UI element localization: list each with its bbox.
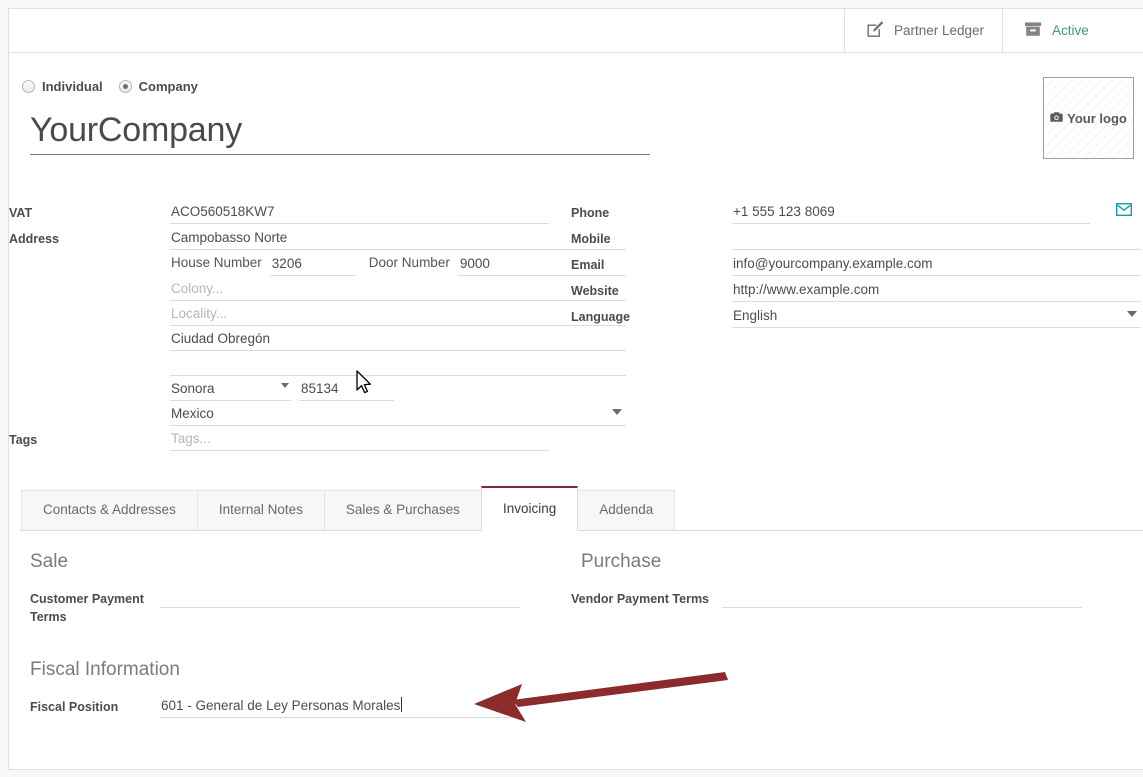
field-customer-payment-terms: Customer Payment Terms xyxy=(9,585,549,626)
company-name-input[interactable]: YourCompany xyxy=(30,108,650,152)
field-website: Website http://www.example.com xyxy=(571,277,1141,303)
archive-box-icon xyxy=(1023,19,1043,42)
form-sheet: Partner Ledger Active Individual xyxy=(8,8,1143,770)
field-vat-label: VAT xyxy=(9,199,170,222)
radio-company[interactable]: Company xyxy=(119,79,198,94)
address-state-value: Sonora xyxy=(171,381,215,396)
fiscal-position-input[interactable]: 601 - General de Ley Personas Morales xyxy=(160,693,520,718)
fiscal-position-value: 601 - General de Ley Personas Morales xyxy=(161,698,400,713)
address-country-value: Mexico xyxy=(171,406,214,421)
field-vendor-payment-terms: Vendor Payment Terms xyxy=(560,585,1140,611)
customer-payment-terms-label: Customer Payment Terms xyxy=(9,585,160,626)
address-state-select[interactable]: Sonora xyxy=(170,376,291,401)
language-value: English xyxy=(733,308,777,323)
field-address: Address Campobasso Norte House Number 32… xyxy=(9,225,549,426)
chevron-down-icon[interactable] xyxy=(612,409,622,415)
house-number-label: House Number xyxy=(170,250,270,276)
field-vat: VAT ACO560518KW7 xyxy=(9,199,549,225)
stat-button-label: Partner Ledger xyxy=(894,23,984,38)
invoicing-sale-group: Sale Customer Payment Terms Fiscal Infor… xyxy=(9,549,549,626)
sale-group-title: Sale xyxy=(30,549,549,575)
stat-button-label: Active xyxy=(1052,23,1089,38)
chevron-down-icon[interactable] xyxy=(281,383,289,388)
customer-payment-terms-select[interactable] xyxy=(160,585,520,608)
tab-internal-notes[interactable]: Internal Notes xyxy=(197,490,325,530)
field-mobile: Mobile xyxy=(571,225,1141,251)
tab-contacts-addresses[interactable]: Contacts & Addresses xyxy=(21,490,198,530)
tab-addenda[interactable]: Addenda xyxy=(577,490,675,530)
vat-input[interactable]: ACO560518KW7 xyxy=(170,199,549,224)
field-phone: Phone +1 555 123 8069 xyxy=(571,199,1141,225)
fiscal-information-title: Fiscal Information xyxy=(30,657,569,683)
field-fiscal-position: Fiscal Position 601 - General de Ley Per… xyxy=(9,693,569,719)
house-number-input[interactable]: 3206 xyxy=(270,251,356,276)
notebook-tabs: Contacts & Addresses Internal Notes Sale… xyxy=(21,487,1143,531)
purchase-group-title: Purchase xyxy=(581,549,1140,575)
form-left-column: VAT ACO560518KW7 Address Campobasso Nort… xyxy=(9,199,549,452)
address-street-input[interactable]: Campobasso Norte xyxy=(170,225,626,250)
app-root: Partner Ledger Active Individual xyxy=(0,0,1143,777)
form-right-column: Phone +1 555 123 8069 Mobile xyxy=(571,199,1141,329)
edit-square-icon xyxy=(865,19,885,42)
radio-individual[interactable]: Individual xyxy=(22,79,103,94)
vendor-payment-terms-select[interactable] xyxy=(722,585,1082,608)
envelope-icon[interactable] xyxy=(1116,203,1132,219)
address-number-row: House Number 3206 Door Number 9000 xyxy=(170,250,626,276)
chevron-down-icon[interactable] xyxy=(506,702,516,708)
fiscal-information-group: Fiscal Information Fiscal Position 601 -… xyxy=(9,657,569,719)
mobile-input[interactable] xyxy=(732,225,1141,250)
radio-company-label: Company xyxy=(139,79,198,94)
logo-placeholder-label: Your logo xyxy=(1067,111,1127,126)
address-country-select[interactable]: Mexico xyxy=(170,401,626,426)
address-zip-input[interactable]: 85134 xyxy=(299,376,394,401)
record-type-radio-group: Individual Company xyxy=(22,79,198,94)
tags-input[interactable]: Tags... xyxy=(170,426,549,451)
address-control-stack: Campobasso Norte House Number 3206 Door … xyxy=(170,225,626,426)
field-tags: Tags Tags... xyxy=(9,426,549,452)
title-underline xyxy=(30,154,650,155)
address-colony-input[interactable]: Colony... xyxy=(170,276,626,301)
door-number-label: Door Number xyxy=(356,250,458,276)
tab-sales-purchases[interactable]: Sales & Purchases xyxy=(324,490,482,530)
chevron-down-icon[interactable] xyxy=(1127,311,1137,317)
field-address-label: Address xyxy=(9,225,170,248)
field-language: Language English xyxy=(571,303,1141,329)
field-tags-label: Tags xyxy=(9,426,170,449)
stat-button-active[interactable]: Active xyxy=(1002,9,1143,52)
radio-dot-checked-icon xyxy=(119,80,132,93)
radio-dot-icon xyxy=(22,80,35,93)
phone-input[interactable]: +1 555 123 8069 xyxy=(732,199,1090,224)
record-title-wrap: YourCompany xyxy=(30,108,650,155)
website-input[interactable]: http://www.example.com xyxy=(732,277,1141,302)
field-email-label: Email xyxy=(571,251,732,274)
fiscal-position-label: Fiscal Position xyxy=(9,693,160,716)
field-phone-label: Phone xyxy=(571,199,732,222)
address-street3-select[interactable] xyxy=(170,351,626,376)
field-language-label: Language xyxy=(571,303,732,326)
camera-icon xyxy=(1050,111,1063,126)
invoicing-purchase-group: Purchase Vendor Payment Terms xyxy=(560,549,1140,611)
stat-button-bar: Partner Ledger Active xyxy=(844,9,1143,52)
field-website-label: Website xyxy=(571,277,732,300)
vendor-payment-terms-label: Vendor Payment Terms xyxy=(560,585,722,608)
text-caret xyxy=(401,697,402,712)
email-input[interactable]: info@yourcompany.example.com xyxy=(732,251,1141,276)
address-city-input[interactable]: Ciudad Obregón xyxy=(170,326,626,351)
logo-upload-box[interactable]: Your logo xyxy=(1043,77,1134,159)
address-locality-input[interactable]: Locality... xyxy=(170,301,626,326)
field-mobile-label: Mobile xyxy=(571,225,732,248)
radio-individual-label: Individual xyxy=(42,79,103,94)
language-select[interactable]: English xyxy=(732,303,1141,328)
stat-button-partner-ledger[interactable]: Partner Ledger xyxy=(844,9,1002,52)
header-divider xyxy=(9,52,1143,53)
address-state-zip-row: Sonora 85134 xyxy=(170,376,626,401)
field-email: Email info@yourcompany.example.com xyxy=(571,251,1141,277)
tab-invoicing[interactable]: Invoicing xyxy=(481,486,578,531)
